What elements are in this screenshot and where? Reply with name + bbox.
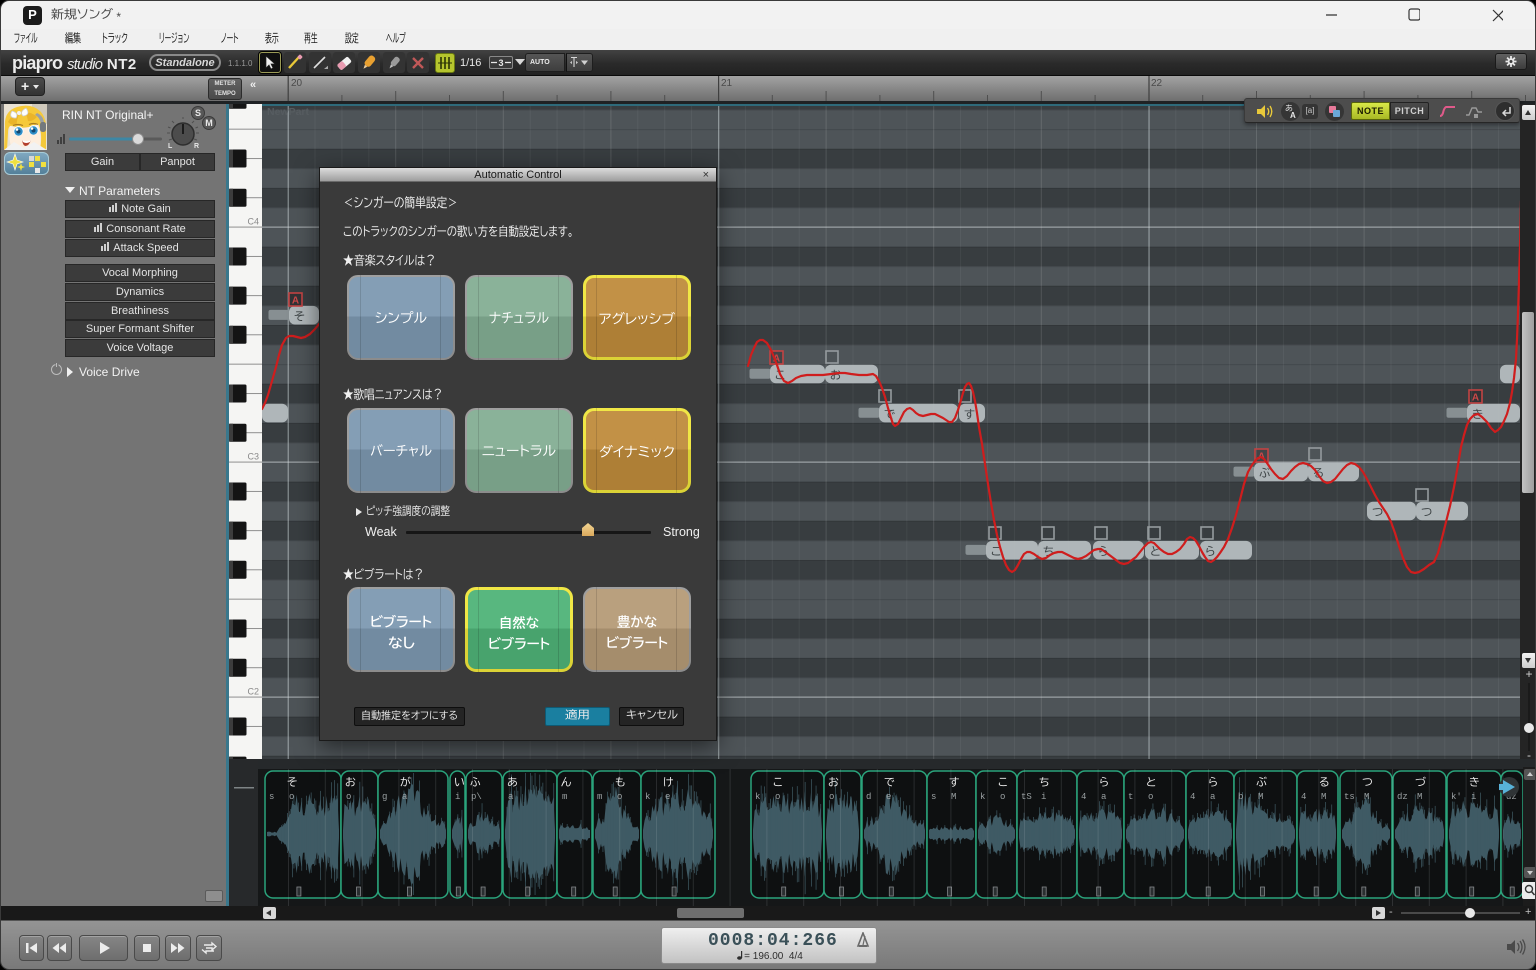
- svg-text:4: 4: [1190, 792, 1195, 802]
- svg-text:o: o: [289, 792, 294, 802]
- svg-text:22: 22: [1151, 78, 1163, 89]
- svg-text:dz: dz: [1397, 792, 1408, 802]
- svg-text:g: g: [382, 792, 387, 802]
- svg-text:M: M: [1364, 792, 1369, 802]
- svg-text:a: a: [402, 792, 408, 802]
- svg-text:o: o: [775, 792, 780, 802]
- svg-text:k: k: [755, 792, 760, 802]
- svg-text:C4: C4: [247, 217, 259, 227]
- svg-text:k': k': [1451, 792, 1462, 802]
- svg-text:s: s: [931, 792, 936, 802]
- svg-text:o: o: [346, 792, 351, 802]
- svg-text:C2: C2: [247, 687, 259, 697]
- svg-text:20: 20: [291, 78, 303, 89]
- svg-text:o: o: [1000, 792, 1005, 802]
- svg-text:A: A: [1472, 393, 1479, 404]
- svg-text:t: t: [1128, 792, 1133, 802]
- svg-text:k: k: [980, 792, 985, 802]
- svg-text:i: i: [455, 792, 460, 802]
- svg-text:L: L: [168, 143, 173, 149]
- svg-text:C3: C3: [247, 452, 259, 462]
- svg-text:A: A: [292, 296, 299, 307]
- svg-text:21: 21: [721, 78, 733, 89]
- svg-text:o: o: [829, 792, 834, 802]
- svg-text:M: M: [1417, 792, 1422, 802]
- svg-text:i: i: [1041, 792, 1046, 802]
- svg-text:tS: tS: [1021, 792, 1032, 802]
- svg-text:i: i: [1471, 792, 1476, 802]
- svg-text:M: M: [1258, 792, 1263, 802]
- svg-text:A: A: [1290, 111, 1296, 120]
- svg-text:R: R: [194, 143, 199, 149]
- svg-text:m: m: [562, 792, 567, 802]
- svg-text:3: 3: [499, 58, 504, 68]
- svg-text:m: m: [597, 792, 602, 802]
- svg-text:ts: ts: [1344, 792, 1355, 802]
- svg-text:M: M: [1321, 792, 1326, 802]
- svg-text:4: 4: [1301, 792, 1306, 802]
- svg-text:a: a: [1210, 792, 1216, 802]
- svg-text:k: k: [645, 792, 650, 802]
- svg-text:e: e: [886, 792, 891, 802]
- svg-text:b: b: [1238, 792, 1243, 802]
- svg-text:e: e: [665, 792, 670, 802]
- svg-text:4: 4: [1081, 792, 1086, 802]
- svg-text:s: s: [269, 792, 274, 802]
- svg-text:a: a: [1101, 792, 1107, 802]
- svg-text:o: o: [1148, 792, 1153, 802]
- svg-text:d: d: [866, 792, 871, 802]
- svg-text:M: M: [951, 792, 956, 802]
